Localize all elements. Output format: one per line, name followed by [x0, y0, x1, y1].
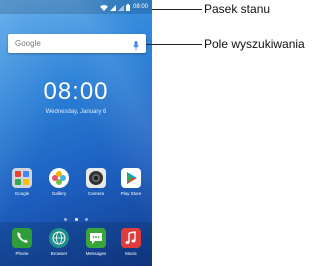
phone-icon — [12, 228, 32, 248]
google-folder-icon — [12, 168, 32, 188]
play-store-icon — [121, 168, 141, 188]
callout-line-status-bar — [152, 9, 202, 10]
callout-line-search — [146, 44, 202, 45]
app-label: Google — [14, 191, 30, 196]
page-dot — [84, 218, 88, 221]
app-label: Camera — [87, 191, 104, 196]
callout-status-bar: Pasek stanu — [204, 2, 271, 16]
app-music[interactable]: Music — [117, 228, 145, 256]
app-phone[interactable]: Phone — [8, 228, 36, 256]
app-label: Music — [125, 251, 137, 256]
app-label: Gallery — [51, 191, 67, 196]
app-label: Play Store — [120, 191, 142, 196]
app-label: Phone — [15, 251, 29, 256]
camera-icon — [86, 168, 106, 188]
search-brand: Google — [15, 39, 41, 48]
app-play-store[interactable]: Play Store — [117, 168, 145, 196]
battery-icon — [125, 0, 130, 16]
sim-icon — [117, 0, 124, 16]
status-time: 08:00 — [132, 4, 148, 10]
app-label: Browser — [50, 251, 68, 256]
page-dot-active — [74, 218, 78, 221]
browser-icon — [49, 228, 69, 248]
app-google-folder[interactable]: Google — [8, 168, 36, 196]
page-dot — [64, 218, 68, 221]
app-gallery[interactable]: Gallery — [45, 168, 73, 196]
clock-time[interactable]: 08:00 — [0, 78, 152, 106]
gallery-icon — [49, 168, 69, 188]
music-icon — [121, 228, 141, 248]
status-bar[interactable]: 08:00 — [0, 0, 152, 14]
callout-search-field: Pole wyszukiwania — [204, 37, 305, 51]
app-label: Messages — [85, 251, 107, 256]
mic-icon[interactable] — [133, 38, 139, 56]
search-bar[interactable]: Google — [8, 34, 146, 53]
clock-date: Wednesday, January 6 — [45, 109, 107, 115]
phone-screen: 08:00 Google 08:00 Wednesday, January 6 … — [0, 0, 152, 266]
app-messages[interactable]: Messages — [82, 228, 110, 256]
app-camera[interactable]: Camera — [82, 168, 110, 196]
signal-icon — [109, 0, 116, 16]
messages-icon — [86, 228, 106, 248]
wifi-icon — [99, 0, 108, 16]
app-browser[interactable]: Browser — [45, 228, 73, 256]
